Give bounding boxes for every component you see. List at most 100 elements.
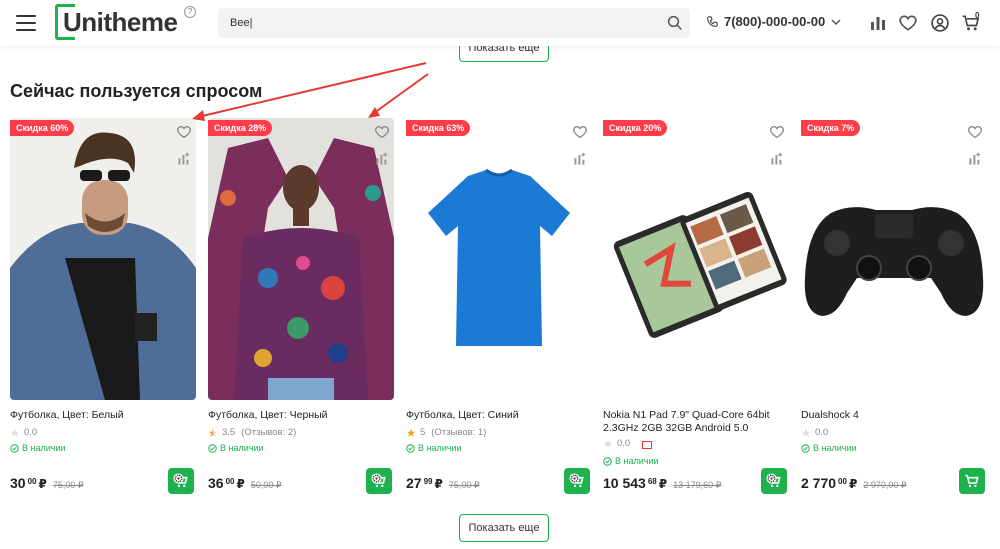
search-icon[interactable] (666, 14, 684, 32)
add-to-cart-button[interactable] (366, 468, 392, 494)
product-title[interactable]: Футболка, Цвет: Черный (208, 409, 394, 422)
product-card[interactable]: Скидка 28% Футболка, Цвет: Черный 3.5 (О… (208, 118, 394, 508)
price-kopecks: 00 (838, 477, 847, 486)
gear-icon[interactable] (371, 473, 382, 484)
compare-icon[interactable] (868, 13, 888, 33)
stock-status: В наличии (406, 443, 462, 453)
price-main: 10 543 (603, 475, 646, 491)
product-card[interactable]: Скидка 63% Футболка, Цвет: Синий 5 (Отзы… (406, 118, 592, 508)
old-price: 2 970,00 ₽ (863, 480, 907, 490)
product-rating: 0.0 (10, 427, 37, 438)
discount-badge: Скидка 7% (801, 120, 861, 136)
price-main: 2 770 (801, 475, 837, 491)
discount-badge: Скидка 20% (603, 120, 668, 136)
rating-value: 0.0 (617, 438, 631, 449)
product-title[interactable]: Nokia N1 Pad 7.9" Quad-Core 64bit 2.3GHz… (603, 409, 789, 435)
cart-icon (965, 474, 979, 488)
heart-icon[interactable] (374, 124, 390, 140)
check-circle-icon (603, 456, 612, 466)
heart-icon[interactable] (176, 124, 192, 140)
stock-label: В наличии (813, 443, 857, 453)
compare-icon[interactable] (176, 151, 192, 167)
price-main: 30 (10, 475, 26, 491)
section-title: Сейчас пользуется спросом (10, 81, 263, 101)
search-input[interactable] (218, 8, 690, 38)
product-title[interactable]: Футболка, Цвет: Синий (406, 409, 592, 422)
compare-icon[interactable] (967, 151, 983, 167)
logo[interactable]: Unitheme (55, 4, 178, 40)
compare-icon[interactable] (572, 151, 588, 167)
add-to-cart-button[interactable] (168, 468, 194, 494)
check-circle-icon (406, 443, 415, 453)
review-count[interactable]: (Отзывов: 1) (431, 427, 486, 438)
product-image[interactable] (208, 118, 394, 400)
check-circle-icon (10, 443, 19, 453)
stock-label: В наличии (615, 456, 659, 466)
product-title[interactable]: Футболка, Цвет: Белый (10, 409, 196, 422)
product-card[interactable]: Скидка 60% Футболка, Цвет: Белый 0.0 В н… (10, 118, 196, 508)
price: 30 00 ₽ 75,00 ₽ (10, 475, 84, 491)
review-count[interactable]: (Отзывов: 2) (241, 427, 296, 438)
price-kopecks: 68 (647, 477, 657, 486)
price-currency: ₽ (38, 477, 47, 491)
discount-badge: Скидка 63% (406, 120, 471, 136)
gear-icon[interactable] (173, 473, 184, 484)
heart-icon[interactable] (898, 13, 918, 33)
price-kopecks: 00 (27, 477, 37, 486)
price-kopecks: 00 (225, 477, 235, 486)
product-image[interactable] (406, 118, 592, 400)
phone-selector[interactable]: 7(800)-000-00-00 (706, 14, 846, 29)
rating-value: 5 (420, 427, 426, 438)
product-title[interactable]: Dualshock 4 (801, 409, 987, 422)
star-icon (10, 428, 20, 437)
stock-status: В наличии (208, 443, 264, 453)
product-image[interactable] (10, 118, 196, 400)
rating-value: 3.5 (222, 427, 236, 438)
add-to-cart-button[interactable] (761, 468, 787, 494)
show-more-button[interactable]: Показать еще (459, 514, 549, 542)
menu-icon[interactable] (16, 15, 36, 31)
product-rating: 0.0 (603, 438, 653, 449)
price-currency: ₽ (848, 477, 858, 491)
product-card[interactable]: Скидка 20% Nokia N1 Pad 7.9" Quad-Core 6… (603, 118, 789, 508)
add-to-cart-button[interactable] (564, 468, 590, 494)
product-rating: 5 (Отзывов: 1) (406, 427, 486, 438)
product-rating: 3.5 (Отзывов: 2) (208, 427, 296, 438)
price: 2 770 00 ₽ 2 970,00 ₽ (801, 475, 907, 491)
price: 27 99 ₽ 75,00 ₽ (406, 475, 480, 491)
product-card[interactable]: Скидка 7% Dualshock 4 0.0 В наличии 2 77… (801, 118, 987, 508)
compare-icon[interactable] (374, 151, 390, 167)
star-icon (603, 439, 613, 448)
product-rating: 0.0 (801, 427, 828, 438)
price: 10 543 68 ₽ 13 179,60 ₽ (603, 475, 721, 491)
info-icon[interactable]: ? (184, 6, 196, 18)
heart-icon[interactable] (572, 124, 588, 140)
video-icon (642, 440, 653, 449)
price-currency: ₽ (236, 477, 245, 491)
heart-icon[interactable] (967, 124, 983, 140)
rating-value: 0.0 (24, 427, 38, 438)
gear-icon[interactable] (569, 473, 580, 484)
discount-badge: Скидка 28% (208, 120, 273, 136)
old-price: 50,00 ₽ (250, 480, 282, 490)
price: 36 00 ₽ 50,00 ₽ (208, 475, 282, 491)
heart-icon[interactable] (769, 124, 785, 140)
stock-status: В наличии (10, 443, 66, 453)
cart-count: 0 (975, 11, 980, 20)
price-kopecks: 99 (423, 477, 433, 486)
search-box[interactable] (218, 8, 690, 38)
add-to-cart-button[interactable] (959, 468, 985, 494)
old-price: 75,00 ₽ (52, 480, 84, 490)
chevron-down-icon[interactable] (831, 17, 841, 27)
old-price: 75,00 ₽ (448, 480, 480, 490)
user-icon[interactable] (930, 13, 950, 33)
check-circle-icon (801, 443, 810, 453)
price-currency: ₽ (658, 477, 668, 491)
rating-value: 0.0 (815, 427, 829, 438)
product-image[interactable] (801, 118, 987, 400)
product-image[interactable] (603, 118, 789, 400)
stock-label: В наличии (220, 443, 264, 453)
gear-icon[interactable] (766, 473, 777, 484)
compare-icon[interactable] (769, 151, 785, 167)
check-circle-icon (208, 443, 217, 453)
